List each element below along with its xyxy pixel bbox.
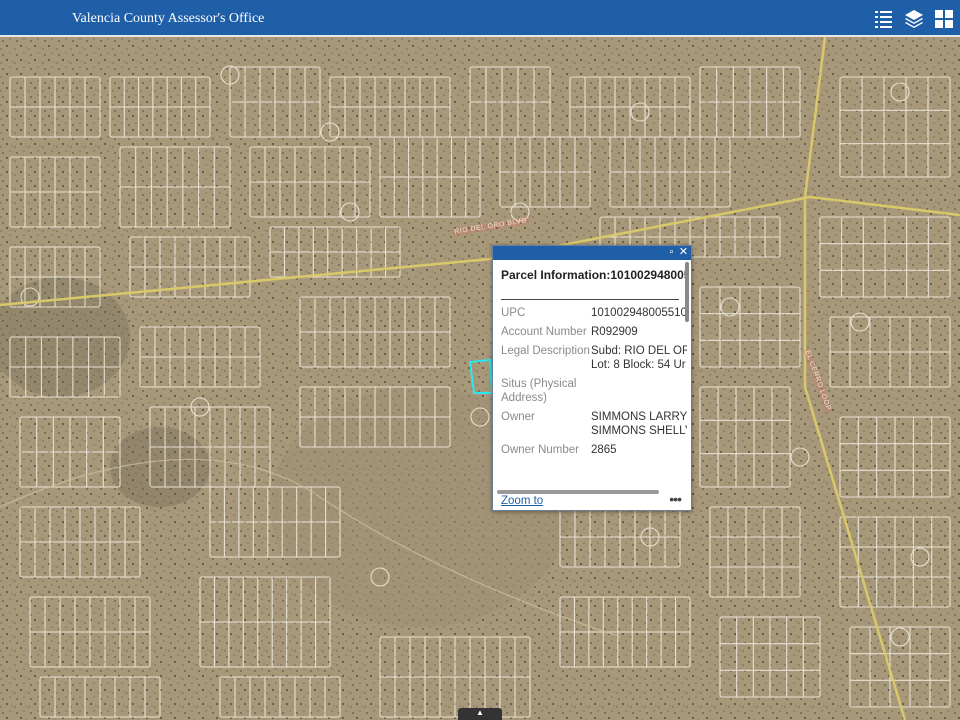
field-row-account: Account Number R092909 [501,325,687,339]
map-view[interactable]: RIO DEL ORO BLVD EL CERRO LOOP [0,37,960,720]
field-row-owner: Owner SIMMONS LARRY SIMMONS SHELLY [501,410,687,438]
legend-list-icon[interactable] [874,9,894,29]
field-row-situs: Situs (Physical Address) [501,377,687,405]
attribute-panel-toggle[interactable]: ▲ [458,708,502,720]
legal-line-1: Subd: RIO DEL OR [591,345,687,357]
field-value: 10100294800551000 [591,307,687,319]
maximize-icon[interactable]: ▫ [666,247,677,258]
divider [501,299,679,300]
basemap-gallery-icon[interactable] [934,9,954,29]
field-value: 2865 [591,444,617,456]
field-label: Owner Number [501,444,579,456]
chevron-up-icon: ▲ [476,708,484,717]
field-row-owner-number: Owner Number 2865 [501,443,687,457]
attribute-table[interactable]: UPC 10100294800551000 Account Number R09… [501,306,687,482]
field-label: Situs (Physical Address) [501,378,577,404]
field-label: Owner [501,411,535,423]
field-row-legal: Legal Description Subd: RIO DEL OR Lot: … [501,344,687,372]
owner-line-1: SIMMONS LARRY [591,411,687,423]
field-row-upc: UPC 10100294800551000 [501,306,687,320]
popup-footer: Zoom to ••• [493,491,691,510]
popup-header: ▫ ✕ [493,246,691,260]
app-header: Valencia County Assessor's Office [0,0,960,37]
field-label: Account Number [501,326,587,338]
owner-line-2: SIMMONS SHELLY [591,425,687,437]
more-actions-button[interactable]: ••• [669,491,682,507]
field-label: UPC [501,307,526,319]
vertical-scrollbar[interactable] [685,262,689,322]
parcel-popup: ▫ ✕ Parcel Information:10100294800551000… [492,245,692,511]
popup-title: Parcel Information:10100294800551000 [501,268,689,282]
field-value: R092909 [591,326,638,338]
zoom-to-link[interactable]: Zoom to [501,495,543,507]
app-title: Valencia County Assessor's Office [72,11,265,26]
close-icon[interactable]: ✕ [678,247,689,258]
field-value: SIMMONS LARRY SIMMONS SHELLY [591,410,687,438]
legal-line-2: Lot: 8 Block: 54 Ur [591,359,686,371]
field-value: Subd: RIO DEL OR Lot: 8 Block: 54 Ur [591,344,687,372]
layers-icon[interactable] [904,9,924,29]
horizontal-scrollbar[interactable] [497,490,659,494]
field-label: Legal Description [501,345,590,357]
